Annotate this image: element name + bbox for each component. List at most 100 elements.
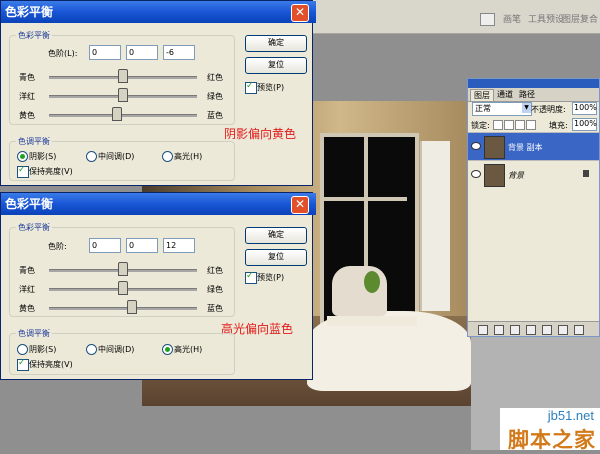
link-icon[interactable] (478, 325, 488, 335)
preserve-luminosity-label: 保持亮度(V) (29, 360, 73, 369)
fill-input[interactable]: 100% (572, 118, 597, 131)
layer-row-background-copy[interactable]: 背景 副本 (468, 132, 599, 161)
tab-layers[interactable]: 图层 (470, 89, 494, 101)
radio-label: 中间调(D) (98, 152, 135, 161)
slider-right-label: 红色 (207, 73, 223, 82)
slider-track[interactable] (49, 114, 197, 117)
radio-label: 高光(H) (174, 152, 203, 161)
photo-chair (332, 266, 387, 316)
reset-button[interactable]: 复位 (245, 249, 307, 266)
slider-thumb[interactable] (112, 107, 122, 121)
level-input-2[interactable]: 0 (126, 45, 158, 60)
ok-button[interactable]: 确定 (245, 35, 307, 52)
slider-thumb[interactable] (118, 69, 128, 83)
level-input-1[interactable]: 0 (89, 45, 121, 60)
close-icon[interactable]: ✕ (291, 196, 309, 214)
watermark: jb51.net 脚本之家 (500, 408, 600, 452)
ok-button[interactable]: 确定 (245, 227, 307, 244)
preserve-luminosity-label: 保持亮度(V) (29, 167, 73, 176)
slider-left-label: 青色 (19, 73, 35, 82)
preview-checkbox[interactable] (245, 271, 257, 284)
lock-image-icon[interactable] (504, 120, 514, 130)
level-input-3[interactable]: 12 (163, 238, 195, 253)
tab-paths[interactable]: 路径 (516, 89, 538, 100)
color-balance-dialog-1: 色彩平衡 ✕ 色彩平衡 色阶(L): 0 0 -6 青色 红色 洋红 绿色 黄色… (0, 0, 316, 186)
layer-thumbnail (484, 164, 505, 187)
adjustment-icon[interactable] (526, 325, 536, 335)
level-input-3[interactable]: -6 (163, 45, 195, 60)
group-label: 色调平衡 (16, 136, 52, 147)
slider-right-label: 蓝色 (207, 304, 223, 313)
slider-thumb[interactable] (118, 262, 128, 276)
preserve-luminosity-checkbox[interactable] (17, 358, 29, 371)
radio-highlights[interactable] (162, 151, 173, 162)
slider-thumb[interactable] (127, 300, 137, 314)
fill-label: 填充: (549, 121, 568, 130)
slider-thumb[interactable] (118, 281, 128, 295)
radio-highlights[interactable] (162, 344, 173, 355)
level-input-1[interactable]: 0 (89, 238, 121, 253)
slider-left-label: 黄色 (19, 304, 35, 313)
eye-icon[interactable] (471, 142, 481, 150)
tab-channels[interactable]: 通道 (494, 89, 516, 100)
chevron-down-icon: ▼ (522, 103, 531, 113)
slider-track[interactable] (49, 307, 197, 310)
opacity-input[interactable]: 100% (572, 102, 597, 115)
lock-label: 锁定: (471, 121, 490, 130)
slider-right-label: 红色 (207, 266, 223, 275)
reset-button[interactable]: 复位 (245, 57, 307, 74)
lock-all-icon[interactable] (526, 120, 536, 130)
layer-name: 背景 副本 (508, 143, 543, 152)
lock-icon (583, 170, 589, 177)
preview-checkbox[interactable] (245, 81, 257, 94)
radio-shadows[interactable] (17, 151, 28, 162)
layers-footer (468, 321, 599, 336)
layers-titlebar[interactable] (468, 79, 599, 88)
new-layer-icon[interactable] (558, 325, 568, 335)
eye-icon[interactable] (471, 170, 481, 178)
preserve-luminosity-checkbox[interactable] (17, 165, 29, 178)
radio-label: 高光(H) (174, 345, 203, 354)
mask-icon[interactable] (510, 325, 520, 335)
photo-table (327, 316, 417, 326)
layer-thumbnail (484, 136, 505, 159)
trash-icon[interactable] (574, 325, 584, 335)
palette-tab-brush[interactable]: 画笔 (503, 12, 521, 25)
dialog-title[interactable]: 色彩平衡 (1, 1, 316, 23)
radio-label: 阴影(S) (29, 345, 57, 354)
level-input-2[interactable]: 0 (126, 238, 158, 253)
annotation-text: 阴影偏向黄色 (224, 127, 297, 141)
slider-thumb[interactable] (118, 88, 128, 102)
layer-style-icon[interactable] (494, 325, 504, 335)
radio-label: 阴影(S) (29, 152, 57, 161)
radio-midtones[interactable] (86, 344, 97, 355)
lock-transparency-icon[interactable] (493, 120, 503, 130)
group-label: 色彩平衡 (16, 30, 52, 41)
slider-right-label: 绿色 (207, 92, 223, 101)
dialog-title[interactable]: 色彩平衡 (1, 193, 316, 215)
close-icon[interactable]: ✕ (291, 4, 309, 22)
palette-tab-comps[interactable]: 图层复合 (562, 12, 598, 25)
folder-icon[interactable] (542, 325, 552, 335)
color-balance-dialog-2: 色彩平衡 ✕ 色彩平衡 色阶: 0 0 12 青色 红色 洋红 绿色 黄色 蓝色… (0, 192, 316, 380)
photo-cabinet (420, 141, 450, 311)
toolbar-icon[interactable] (480, 13, 495, 26)
radio-label: 中间调(D) (98, 345, 135, 354)
lock-position-icon[interactable] (515, 120, 525, 130)
radio-midtones[interactable] (86, 151, 97, 162)
layer-row-background[interactable]: 背景 (468, 160, 599, 189)
slider-left-label: 青色 (19, 266, 35, 275)
photo-plant (364, 271, 380, 293)
slider-left-label: 洋红 (19, 285, 35, 294)
slider-right-label: 绿色 (207, 285, 223, 294)
blend-mode-select[interactable]: 正常 ▼ (472, 102, 532, 116)
slider-right-label: 蓝色 (207, 111, 223, 120)
radio-shadows[interactable] (17, 344, 28, 355)
palette-tab-presets[interactable]: 工具预设 (528, 12, 564, 25)
preview-label: 预览(P) (257, 83, 285, 92)
preview-label: 预览(P) (257, 273, 285, 282)
levels-label: 色阶(L): (48, 49, 78, 58)
opacity-label: 不透明度: (531, 105, 566, 114)
layer-name: 背景 (508, 171, 524, 180)
group-label: 色调平衡 (16, 328, 52, 339)
